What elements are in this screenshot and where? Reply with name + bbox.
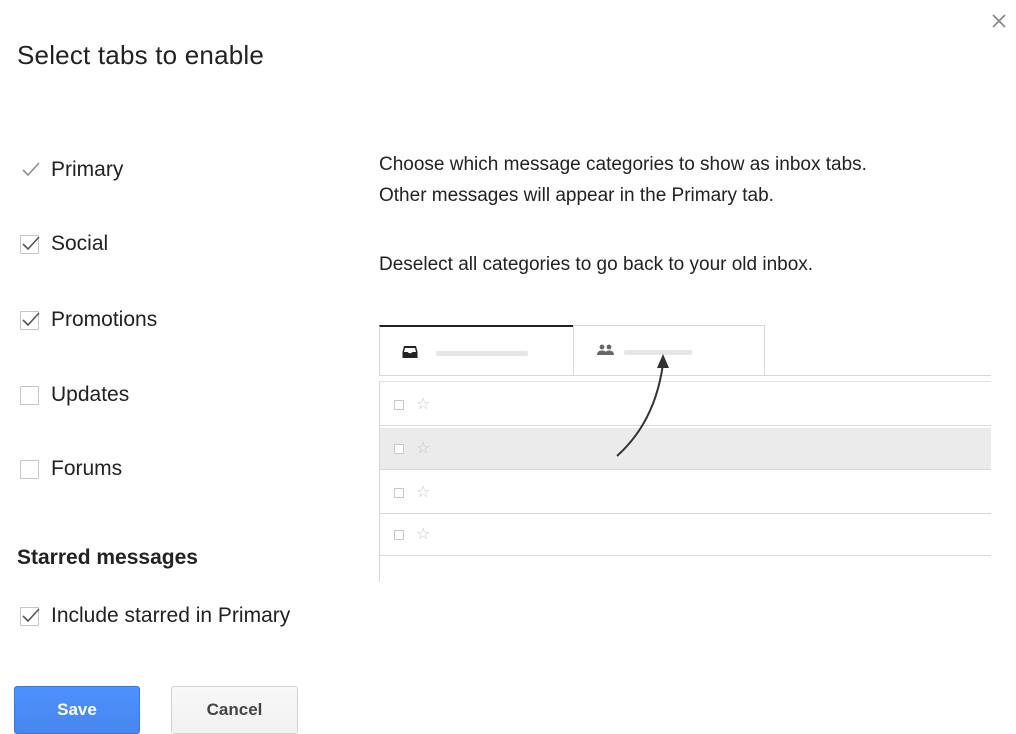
primary-checkbox — [20, 161, 40, 180]
checkmark-icon — [22, 235, 40, 250]
description-line-2: Other messages will appear in the Primar… — [379, 185, 774, 206]
social-checkbox[interactable] — [20, 234, 40, 254]
option-promotions-label: Promotions — [51, 308, 158, 331]
option-social-label: Social — [51, 232, 109, 255]
starred-heading: Starred messages — [17, 546, 198, 569]
checkmark-icon — [22, 607, 40, 622]
description-line-3: Deselect all categories to go back to yo… — [379, 254, 814, 275]
updates-checkbox[interactable] — [20, 385, 39, 405]
close-icon[interactable] — [988, 10, 1010, 32]
description-line-1: Choose which message categories to show … — [379, 154, 867, 175]
option-updates[interactable]: Updates — [20, 381, 129, 409]
option-forums[interactable]: Forums — [20, 455, 122, 483]
dialog-title: Select tabs to enable — [17, 40, 265, 70]
option-primary: Primary — [20, 156, 123, 184]
save-button[interactable]: Save — [14, 686, 140, 734]
option-updates-label: Updates — [51, 383, 130, 406]
option-primary-label: Primary — [51, 158, 124, 181]
cancel-button[interactable]: Cancel — [171, 686, 298, 734]
checkmark-icon — [22, 311, 40, 326]
promotions-checkbox[interactable] — [20, 310, 40, 330]
checkmark-icon — [22, 161, 40, 176]
arrow-icon — [616, 354, 669, 457]
inbox-tabs-illustration: ☆ ☆ ☆ ☆ — [379, 322, 991, 584]
option-social[interactable]: Social — [20, 230, 108, 258]
option-promotions[interactable]: Promotions — [20, 306, 157, 334]
option-include-starred[interactable]: Include starred in Primary — [20, 602, 290, 630]
include-starred-checkbox[interactable] — [20, 606, 40, 626]
option-forums-label: Forums — [51, 457, 123, 480]
include-starred-label: Include starred in Primary — [51, 604, 291, 627]
forums-checkbox[interactable] — [20, 459, 39, 479]
